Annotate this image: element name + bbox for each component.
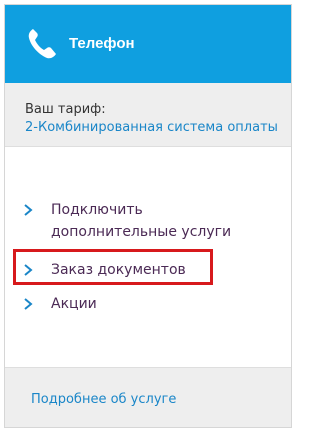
menu-item-label: Подключить дополнительные услуги <box>51 199 281 243</box>
menu-item-connect-services[interactable]: Подключить дополнительные услуги <box>19 199 289 243</box>
service-menu: Подключить дополнительные услуги Заказ д… <box>5 147 291 367</box>
menu-item-label-line1: Подключить <box>51 202 143 218</box>
tariff-value-link[interactable]: 2-Комбинированная система оплаты <box>25 120 278 135</box>
menu-item-label: Заказ документов <box>51 262 186 278</box>
card-header: Телефон <box>5 5 291 83</box>
tariff-label: Ваш тариф: <box>25 102 106 117</box>
phone-icon <box>28 29 56 59</box>
chevron-right-icon <box>24 204 33 216</box>
more-about-service-link[interactable]: Подробнее об услуге <box>31 392 176 407</box>
tariff-block: Ваш тариф: 2-Комбинированная система опл… <box>5 83 291 147</box>
menu-item-label-line2: дополнительные услуги <box>51 224 232 240</box>
menu-item-order-documents[interactable]: Заказ документов <box>19 259 289 285</box>
menu-item-promotions[interactable]: Акции <box>19 293 289 319</box>
card-footer: Подробнее об услуге <box>5 367 291 427</box>
menu-item-label: Акции <box>51 296 97 312</box>
phone-service-card: Телефон Ваш тариф: 2-Комбинированная сис… <box>4 4 292 428</box>
header-title: Телефон <box>69 35 135 52</box>
chevron-right-icon <box>24 264 33 276</box>
chevron-right-icon <box>24 298 33 310</box>
